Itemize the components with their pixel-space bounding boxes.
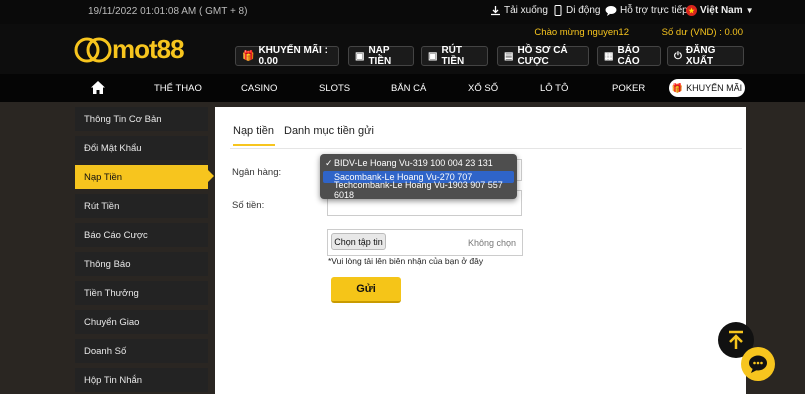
balance-text: Số dư (VND) : 0.00	[661, 27, 743, 38]
language-label: Việt Nam	[700, 5, 743, 16]
sidebar-item-withdraw[interactable]: Rút Tiền	[75, 194, 208, 218]
home-icon[interactable]	[90, 80, 106, 95]
sidebar-item-notifications[interactable]: Thông Báo	[75, 252, 208, 276]
support-label: Hỗ trợ trực tiếp	[620, 5, 688, 16]
sidebar-item-deposit[interactable]: Nạp Tiền	[75, 165, 208, 189]
nav-item-fishing[interactable]: BẮN CÁ	[391, 83, 426, 94]
bet-history-label: HỒ SƠ CÁ CƯỢC	[517, 45, 568, 67]
download-label: Tải xuống	[504, 5, 548, 16]
site-header: mot88 Chào mừng nguyen12 Số dư (VND) : 0…	[0, 24, 805, 74]
active-pointer	[208, 170, 214, 182]
live-chat-button[interactable]	[741, 347, 775, 381]
gift-icon: 🎁	[242, 50, 255, 62]
chat-icon	[749, 355, 767, 373]
tab-deposit[interactable]: Nạp tiền	[233, 125, 274, 137]
gift-icon: 🎁	[671, 82, 684, 93]
report-icon: ▦	[604, 50, 614, 62]
language-select[interactable]: Việt Nam ▼	[686, 5, 754, 16]
chevron-down-icon: ▼	[745, 6, 754, 15]
logo[interactable]: mot88	[74, 34, 185, 65]
logout-button[interactable]: ⏻ ĐĂNG XUẤT	[667, 45, 744, 67]
main-nav: THỂ THAO CASINO SLOTS BẮN CÁ XỔ SỐ LÔ TÔ…	[0, 74, 805, 102]
download-icon	[491, 6, 500, 16]
sidebar-item-bonus[interactable]: Tiền Thưởng	[75, 281, 208, 305]
nav-item-sports[interactable]: THỂ THAO	[154, 83, 202, 94]
nav-item-lottery[interactable]: XỔ SỐ	[468, 83, 498, 94]
report-label: BÁO CÁO	[617, 45, 640, 67]
bank-dropdown-list: ✓ BIDV-Le Hoang Vu-319 100 004 23 131 Sa…	[320, 154, 517, 200]
nav-item-slots[interactable]: SLOTS	[319, 83, 350, 94]
no-file-text: Không chọn	[467, 238, 516, 248]
sidebar-item-transfer[interactable]: Chuyển Giao	[75, 310, 208, 334]
mobile-icon	[554, 5, 562, 16]
report-button[interactable]: ▦ BÁO CÁO	[597, 45, 661, 67]
mobile-link[interactable]: Di động	[553, 5, 600, 16]
nav-item-loto[interactable]: LÔ TÔ	[540, 83, 568, 94]
sidebar-item-turnover[interactable]: Doanh Số	[75, 339, 208, 363]
logout-icon: ⏻	[674, 50, 682, 62]
tab-deposit-history[interactable]: Danh mục tiền gửi	[284, 125, 374, 137]
bet-history-button[interactable]: ▤ HỒ SƠ CÁ CƯỢC	[497, 45, 589, 67]
deposit-button[interactable]: ▣ NẠP TIỀN	[348, 45, 414, 67]
bank-option-label: Techcombank-Le Hoang Vu-1903 907 557 601…	[334, 180, 503, 200]
document-icon: ▤	[504, 50, 514, 62]
mobile-label: Di động	[566, 5, 601, 16]
promo-balance-button[interactable]: 🎁 KHUYẾN MÃI : 0.00	[235, 45, 339, 67]
chat-bubble-icon	[605, 6, 617, 16]
money-icon: ▣	[355, 50, 365, 62]
sidebar-item-inbox[interactable]: Hộp Tin Nhắn	[75, 368, 208, 392]
cash-icon: ▣	[428, 50, 438, 62]
upload-note: *Vui lòng tải lên biên nhận của bạn ở đâ…	[328, 256, 484, 266]
bank-label: Ngân hàng:	[232, 167, 282, 178]
submit-button[interactable]: Gửi	[331, 277, 401, 303]
sidebar-item-basic-info[interactable]: Thông Tin Cơ Bản	[75, 107, 208, 131]
nav-promo-label: KHUYẾN MÃI	[686, 83, 743, 93]
choose-file-button[interactable]: Chọn tập tin	[331, 233, 386, 250]
sidebar-item-change-password[interactable]: Đổi Mật Khẩu	[75, 136, 208, 160]
promo-balance-label: KHUYẾN MÃI : 0.00	[258, 45, 328, 67]
logout-label: ĐĂNG XUẤT	[685, 45, 716, 67]
datetime: 19/11/2022 01:01:08 AM ( GMT + 8)	[88, 6, 248, 17]
deposit-label: NẠP TIỀN	[368, 45, 392, 67]
nav-promo-button[interactable]: 🎁 KHUYẾN MÃI	[669, 79, 745, 97]
vietnam-flag-icon	[686, 5, 697, 16]
active-tab-underline	[233, 144, 275, 146]
sidebar-item-bet-report[interactable]: Báo Cáo Cược	[75, 223, 208, 247]
withdraw-label: RÚT TIỀN	[441, 45, 465, 67]
support-link[interactable]: Hỗ trợ trực tiếp	[605, 5, 688, 16]
amount-label: Số tiền:	[232, 200, 265, 211]
bank-option[interactable]: Techcombank-Le Hoang Vu-1903 907 557 601…	[323, 180, 514, 200]
logo-mark-icon	[74, 37, 112, 62]
welcome-text: Chào mừng nguyen12	[534, 27, 629, 38]
check-icon: ✓	[325, 157, 333, 168]
top-bar: 19/11/2022 01:01:08 AM ( GMT + 8) Tải xu…	[0, 0, 805, 24]
bank-option-label: BIDV-Le Hoang Vu-319 100 004 23 131	[334, 158, 493, 168]
nav-item-poker[interactable]: POKER	[612, 83, 645, 94]
withdraw-button[interactable]: ▣ RÚT TIỀN	[421, 45, 488, 67]
tab-divider	[230, 148, 742, 149]
nav-item-casino[interactable]: CASINO	[241, 83, 277, 94]
download-link[interactable]: Tải xuống	[490, 5, 548, 16]
logo-text: mot88	[112, 34, 185, 64]
bank-option[interactable]: ✓ BIDV-Le Hoang Vu-319 100 004 23 131	[323, 157, 514, 169]
